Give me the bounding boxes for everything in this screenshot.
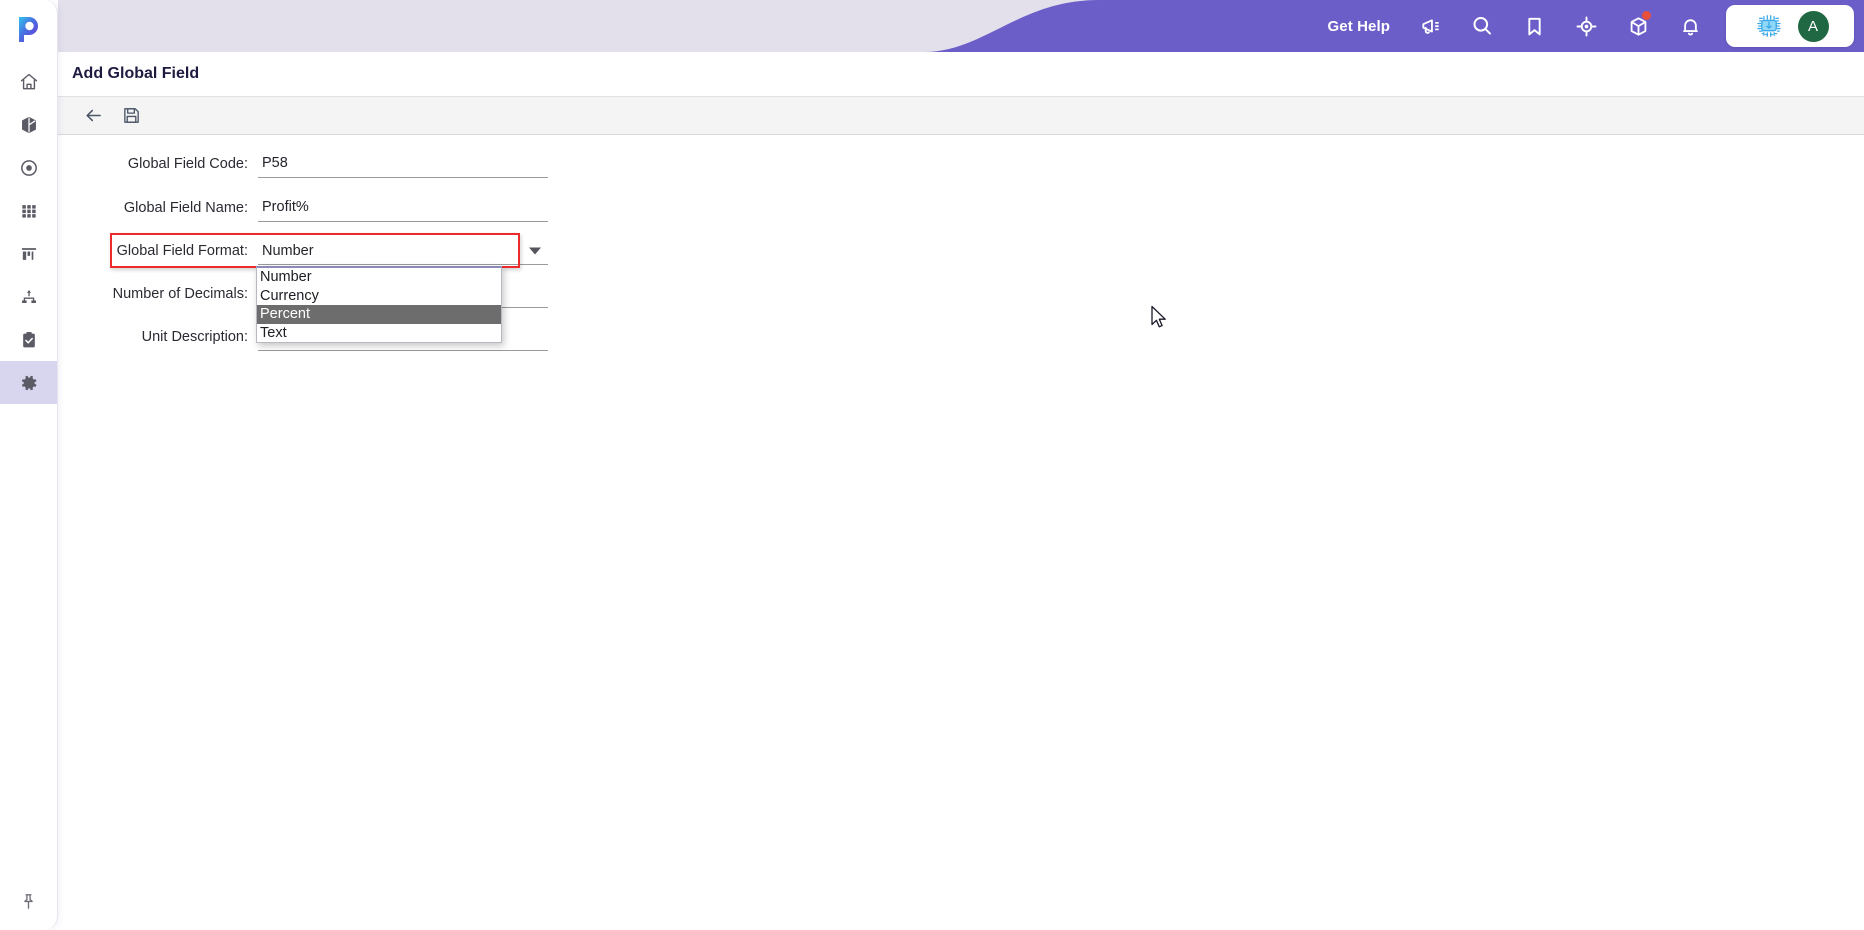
dropdown-option-text[interactable]: Text xyxy=(257,324,501,343)
megaphone-icon xyxy=(1421,18,1439,34)
global-field-name-input[interactable] xyxy=(258,194,548,222)
bookmark-icon xyxy=(1527,17,1541,35)
announcements-button[interactable] xyxy=(1404,0,1456,52)
sidebar-item-home[interactable] xyxy=(0,60,57,103)
dropdown-option-number[interactable]: Number xyxy=(257,268,501,287)
global-field-format-value: Number xyxy=(262,242,314,259)
dropdown-option-percent[interactable]: Percent xyxy=(257,305,501,324)
app-logo[interactable] xyxy=(0,0,58,54)
pims-logo-icon xyxy=(19,16,38,42)
bar-chart-icon xyxy=(21,247,36,260)
global-field-format-dropdown[interactable]: Number Currency Percent Text xyxy=(256,266,502,343)
sidebar-item-grid[interactable] xyxy=(0,189,57,232)
dropdown-option-currency[interactable]: Currency xyxy=(257,287,501,306)
sidebar-item-tasks[interactable] xyxy=(0,318,57,361)
sidebar-item-reports[interactable] xyxy=(0,232,57,275)
page-header: Add Global Field xyxy=(58,52,1864,96)
label-global-field-code: Global Field Code: xyxy=(127,156,248,172)
org-chart-icon xyxy=(21,289,36,303)
sidebar-item-target[interactable] xyxy=(0,146,57,189)
modules-badge-dot xyxy=(1642,11,1651,20)
sidebar-item-settings[interactable] xyxy=(0,361,57,404)
sidebar-item-hierarchy[interactable] xyxy=(0,275,57,318)
label-global-field-name: Global Field Name: xyxy=(123,200,248,216)
bookmarks-button[interactable] xyxy=(1508,0,1560,52)
sidebar-rail xyxy=(0,0,58,930)
action-toolbar xyxy=(58,96,1864,135)
get-help-button[interactable]: Get Help xyxy=(1314,18,1404,35)
save-button[interactable] xyxy=(114,100,148,131)
application-root: Get Help A Add Global Field Global Field… xyxy=(0,0,1864,930)
avatar[interactable]: A xyxy=(1797,10,1829,42)
top-bar: Get Help A xyxy=(58,0,1864,52)
bell-icon xyxy=(1682,18,1698,35)
chevron-down-icon xyxy=(529,247,541,254)
top-bar-actions: Get Help A xyxy=(1314,0,1854,52)
microchip-icon xyxy=(1756,15,1781,37)
cube-icon xyxy=(21,116,36,133)
form-area: Global Field Code: Global Field Name: Gl… xyxy=(58,135,1864,930)
floppy-disk-icon xyxy=(123,108,139,123)
home-icon xyxy=(20,73,37,89)
clipboard-check-icon xyxy=(22,331,35,347)
arrow-left-icon xyxy=(85,109,101,122)
back-button[interactable] xyxy=(76,100,110,131)
modules-button[interactable] xyxy=(1612,0,1664,52)
pushpin-icon xyxy=(24,893,33,909)
sidebar-pin-button[interactable] xyxy=(0,872,57,930)
user-menu[interactable]: A xyxy=(1726,5,1854,47)
label-number-of-decimals: Number of Decimals: xyxy=(112,286,248,302)
page-title: Add Global Field xyxy=(72,65,200,82)
label-unit-description: Unit Description: xyxy=(141,329,248,345)
notifications-button[interactable] xyxy=(1664,0,1716,52)
label-global-field-format: Global Field Format: xyxy=(116,243,248,259)
form-row-format: Global Field Format: Number xyxy=(58,236,548,266)
form-row-name: Global Field Name: xyxy=(58,193,548,223)
search-icon xyxy=(1473,17,1491,35)
grid-icon xyxy=(21,204,36,218)
crosshair-icon xyxy=(1576,16,1596,36)
sidebar-items xyxy=(0,60,57,404)
record-circle-icon xyxy=(20,159,37,176)
global-field-format-select[interactable]: Number xyxy=(258,238,548,265)
gear-icon xyxy=(21,375,36,390)
global-field-code-input[interactable] xyxy=(258,150,548,178)
form-row-code: Global Field Code: xyxy=(58,149,548,179)
sidebar-item-package[interactable] xyxy=(0,103,57,146)
locate-button[interactable] xyxy=(1560,0,1612,52)
search-button[interactable] xyxy=(1456,0,1508,52)
